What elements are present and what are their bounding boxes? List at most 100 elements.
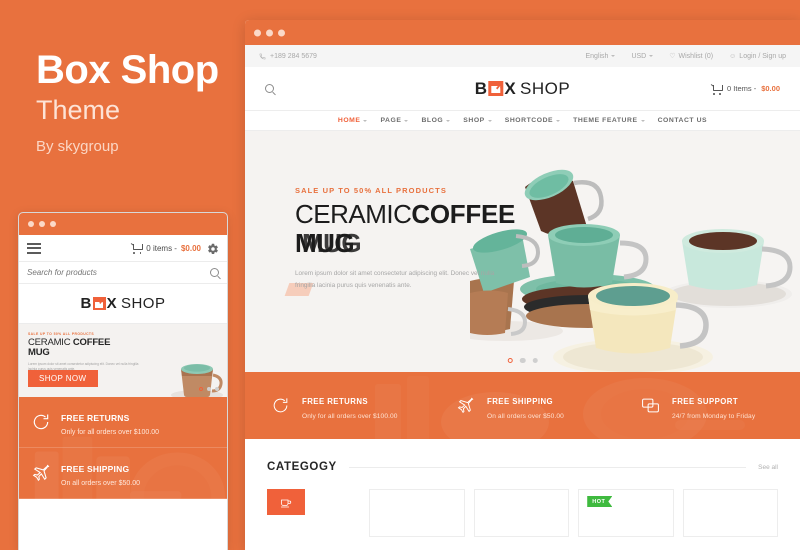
mobile-feature-title: FREE SHIPPING [61, 464, 130, 474]
desktop-hero-banner: SALE UP TO 50% ALL PRODUCTS CERAMICCOFFE… [245, 131, 800, 372]
chevron-down-icon [446, 119, 451, 122]
box-arrow-mark-icon [488, 81, 504, 96]
nav-item-contact-us[interactable]: CONTACT US [658, 117, 708, 124]
mobile-topbar: 0 items - $0.00 [19, 235, 227, 262]
language-selector[interactable]: English [585, 53, 616, 60]
feature-title: FREE RETURNS [302, 397, 369, 406]
promo-title: Box Shop [36, 48, 219, 92]
currency-selector[interactable]: USD [631, 53, 654, 60]
window-dot-minimize[interactable] [266, 29, 273, 36]
search-icon[interactable] [210, 268, 219, 277]
nav-item-theme-feature[interactable]: THEME FEATURE [573, 117, 645, 124]
hero-title-bold: COFFEE [411, 199, 516, 229]
wishlist-label: Wishlist (0) [678, 52, 714, 60]
cup-icon [281, 499, 292, 508]
category-card[interactable] [682, 489, 779, 537]
desktop-cart-label: 0 Items - [727, 84, 757, 93]
mobile-hero-text: SALE UP TO 50% ALL PRODUCTS CERAMIC COFF… [28, 332, 148, 371]
feature-title: FREE SHIPPING [487, 397, 554, 406]
carousel-dot-2[interactable] [207, 387, 211, 391]
window-dot-maximize[interactable] [50, 221, 56, 227]
category-card[interactable]: HOT [578, 489, 674, 537]
see-all-link[interactable]: See all [758, 464, 778, 471]
mobile-cart-label: 0 items - [146, 243, 177, 253]
gear-icon[interactable] [207, 242, 219, 254]
account-label: Login / Sign up [739, 52, 786, 60]
mobile-hero-sale-text: SALE UP TO 50% ALL PRODUCTS [28, 332, 95, 336]
hero-title-line2-animated: MUG MUG [295, 228, 545, 259]
feature-title: FREE SUPPORT [672, 397, 739, 406]
nav-item-shortcode[interactable]: SHORTCODE [504, 117, 561, 124]
nav-item-home[interactable]: HOME [338, 117, 368, 124]
nav-item-blog[interactable]: BLOG [421, 117, 451, 124]
window-dot-maximize[interactable] [278, 29, 285, 36]
site-logo[interactable]: B X SHOP [475, 79, 570, 99]
hero-title-light: CERAMIC [295, 199, 412, 229]
logo-suffix: SHOP [520, 78, 571, 98]
promo-author: By skygroup [36, 138, 119, 155]
mobile-feature-desc: On all orders over $50.00 [61, 480, 140, 487]
desktop-topbar: +189 284 5679 English USD ♡ Wishlist (0)… [245, 45, 800, 67]
hero-text-block: SALE UP TO 50% ALL PRODUCTS CERAMICCOFFE… [295, 186, 545, 292]
mobile-cart-price: $0.00 [180, 243, 201, 253]
chevron-down-icon [640, 119, 645, 122]
mobile-hero-title-line2: MUG [28, 347, 50, 359]
carousel-dot-1[interactable] [507, 357, 513, 363]
hero-title: CERAMICCOFFEE MUG MUG [295, 199, 545, 259]
category-thumbnail[interactable] [267, 489, 305, 515]
nav-label: THEME FEATURE [573, 117, 638, 124]
carousel-dot-3[interactable] [215, 387, 219, 391]
mobile-carousel-dots[interactable] [199, 387, 219, 391]
window-dot-minimize[interactable] [39, 221, 45, 227]
logo-suffix: SHOP [120, 295, 166, 312]
nav-label: HOME [337, 117, 361, 124]
nav-label: CONTACT US [657, 117, 708, 124]
logo-prefix: B [474, 78, 488, 98]
mobile-hero-title-bold: COFFEE [72, 337, 111, 348]
carousel-dot-3[interactable] [532, 357, 538, 363]
mobile-hero-title-light: CERAMIC [28, 337, 71, 348]
desktop-feature-item: FREE SUPPORT 24/7 from Monday to Friday [615, 372, 800, 439]
window-dot-close[interactable] [254, 29, 261, 36]
search-icon[interactable] [265, 84, 274, 93]
phone-number-text: +189 284 5679 [270, 52, 317, 60]
account-link[interactable]: ☺ Login / Sign up [729, 53, 786, 60]
phone-icon [259, 53, 266, 60]
hamburger-icon[interactable] [27, 242, 41, 254]
logo-mid: X [504, 78, 517, 98]
site-logo[interactable]: B X SHOP [81, 295, 166, 312]
mobile-feature-title: FREE RETURNS [61, 413, 130, 423]
returns-icon [271, 396, 290, 415]
plane-icon [456, 396, 475, 415]
chevron-down-icon [556, 119, 561, 122]
search-input[interactable] [27, 268, 210, 277]
category-grid: HOT [267, 489, 779, 537]
category-card[interactable] [473, 489, 570, 537]
cart-icon [131, 243, 144, 254]
nav-label: SHORTCODE [504, 117, 554, 124]
category-card[interactable] [369, 489, 465, 537]
mobile-feature-desc: Only for all orders over $100.00 [61, 429, 160, 436]
mobile-search-bar[interactable] [19, 262, 227, 284]
box-arrow-mark-icon [92, 297, 106, 310]
window-dot-close[interactable] [28, 221, 34, 227]
desktop-header: B X SHOP 0 Items - $0.00 [245, 67, 800, 110]
hero-paragraph: Lorem ipsum dolor sit amet consectetur a… [295, 270, 495, 289]
nav-item-page[interactable]: PAGE [380, 117, 409, 124]
mobile-preview-mockup: 0 items - $0.00 B X SHOP [18, 212, 228, 550]
carousel-dot-2[interactable] [519, 357, 526, 363]
hero-carousel-dots[interactable] [507, 357, 538, 363]
mobile-feature-item: FREE SHIPPING On all orders over $50.00 [19, 448, 227, 499]
returns-icon [31, 412, 51, 432]
mobile-cart-button[interactable]: 0 items - $0.00 [131, 243, 201, 254]
nav-item-shop[interactable]: SHOP [463, 117, 492, 124]
shop-now-button[interactable]: SHOP NOW [28, 370, 98, 387]
carousel-dot-1[interactable] [199, 387, 203, 391]
window-control-dots [28, 221, 56, 227]
desktop-cart-button[interactable]: 0 Items - $0.00 [711, 84, 780, 95]
phone-number: +189 284 5679 [259, 53, 317, 60]
desktop-topbar-right: English USD ♡ Wishlist (0) ☺ Login / Sig… [585, 53, 786, 60]
wishlist-link[interactable]: ♡ Wishlist (0) [669, 53, 713, 60]
category-card[interactable] [267, 489, 360, 537]
mobile-logo-band: B X SHOP [19, 284, 227, 324]
